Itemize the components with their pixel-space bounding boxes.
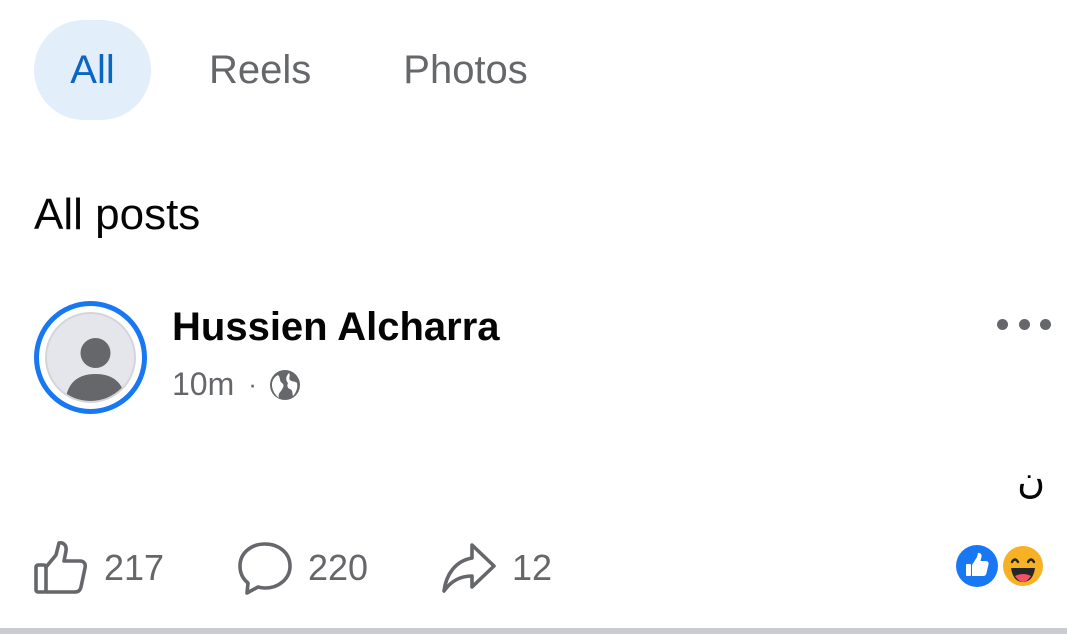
more-dot-icon — [1040, 318, 1051, 330]
more-dot-icon — [1018, 318, 1030, 330]
posts-page: All Reels Photos All posts Hussien Alcha… — [0, 0, 1067, 634]
tab-reels[interactable]: Reels — [209, 20, 311, 120]
tab-photos[interactable]: Photos — [403, 20, 528, 120]
like-count: 217 — [104, 547, 165, 588]
like-button[interactable]: 217 — [32, 538, 164, 598]
avatar[interactable] — [34, 301, 147, 414]
post-author[interactable]: Hussien Alcharra — [172, 305, 500, 350]
comment-icon — [236, 539, 294, 597]
comment-count: 220 — [308, 547, 369, 588]
filter-tabs: All Reels Photos — [34, 20, 528, 120]
more-dot-icon — [997, 318, 1008, 330]
comment-button[interactable]: 220 — [236, 538, 368, 598]
default-avatar-icon — [45, 312, 136, 403]
globe-icon[interactable] — [269, 369, 301, 401]
share-arrow-icon — [440, 539, 498, 597]
section-title: All posts — [34, 190, 201, 239]
meta-separator: · — [248, 369, 257, 399]
like-reaction-icon — [954, 543, 1000, 589]
share-count: 12 — [512, 547, 553, 588]
bottom-divider — [0, 628, 1067, 634]
post-meta: 10m · — [172, 366, 301, 403]
thumbs-up-icon — [32, 539, 90, 597]
more-options-button[interactable] — [997, 306, 1051, 342]
tab-all[interactable]: All — [34, 20, 151, 120]
post-text: ن — [1017, 458, 1045, 502]
post-time[interactable]: 10m — [172, 366, 234, 403]
reactions-summary[interactable] — [953, 542, 1047, 590]
haha-reaction-icon — [1001, 544, 1045, 588]
share-button[interactable]: 12 — [440, 538, 552, 598]
